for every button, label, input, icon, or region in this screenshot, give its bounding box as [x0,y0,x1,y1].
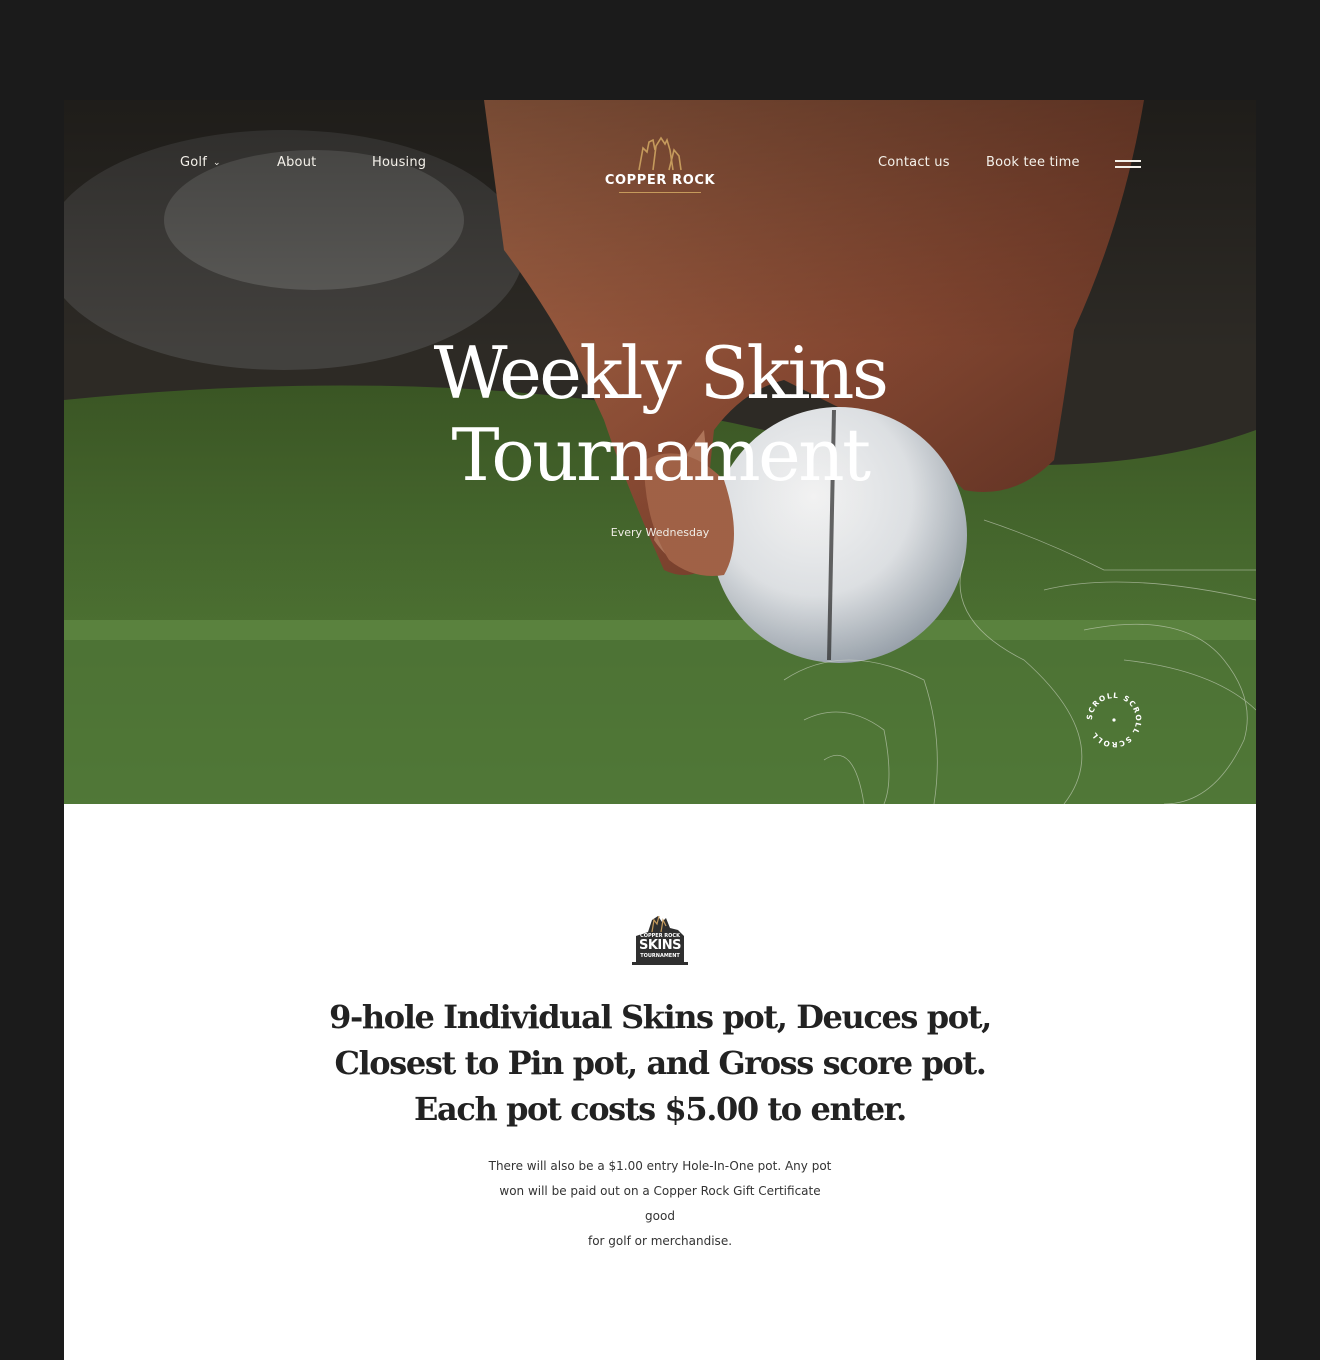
hero-title-line1: Weekly Skins [433,331,889,415]
nav-about[interactable]: About [277,155,316,170]
skins-tournament-badge: COPPER ROCK SKINS TOURNAMENT [630,914,690,966]
nav-golf-label: Golf [180,155,208,170]
main-nav: Golf ⌄ About Housing COPPER ROCK Contact … [64,100,1256,230]
hero-section: Golf ⌄ About Housing COPPER ROCK Contact … [64,100,1256,804]
body-line1: There will also be a $1.00 entry Hole-In… [488,1159,832,1173]
hero-title-line2: Tournament [451,413,871,497]
logo-wordmark: COPPER ROCK [604,173,716,188]
nav-contact-us[interactable]: Contact us [878,155,950,170]
nav-housing[interactable]: Housing [372,155,426,170]
content-section: COPPER ROCK SKINS TOURNAMENT 9-hole Indi… [64,804,1256,1360]
hamburger-icon[interactable] [1115,158,1141,170]
badge-main-text: SKINS [638,938,682,953]
scroll-ring-icon: SCROLL SCROLL SCROLL [1085,691,1142,749]
headline-line2: Closest to Pin pot, and Gross score pot. [334,1044,986,1082]
chevron-down-icon: ⌄ [213,158,221,168]
nav-book-tee-time[interactable]: Book tee time [986,155,1080,170]
badge-bottom-text: TOURNAMENT [640,953,680,959]
pot-description: There will also be a $1.00 entry Hole-In… [485,1154,835,1254]
nav-golf[interactable]: Golf ⌄ [180,155,221,170]
headline-line3: Each pot costs $5.00 to enter. [414,1090,907,1128]
brand-logo[interactable]: COPPER ROCK [601,136,719,196]
body-line3: for golf or merchandise. [587,1234,733,1248]
body-line2: won will be paid out on a Copper Rock Gi… [499,1184,821,1223]
hero-subtitle: Every Wednesday [610,526,710,539]
page: Golf ⌄ About Housing COPPER ROCK Contact … [64,100,1256,1360]
pot-headline: 9-hole Individual Skins pot, Deuces pot,… [300,994,1020,1132]
logo-underline [619,192,701,193]
scroll-indicator[interactable]: SCROLL SCROLL SCROLL [1084,690,1144,750]
hero-title: Weekly Skins Tournament [360,332,960,496]
headline-line1: 9-hole Individual Skins pot, Deuces pot, [329,998,992,1036]
copper-rock-logo-icon [638,136,682,171]
